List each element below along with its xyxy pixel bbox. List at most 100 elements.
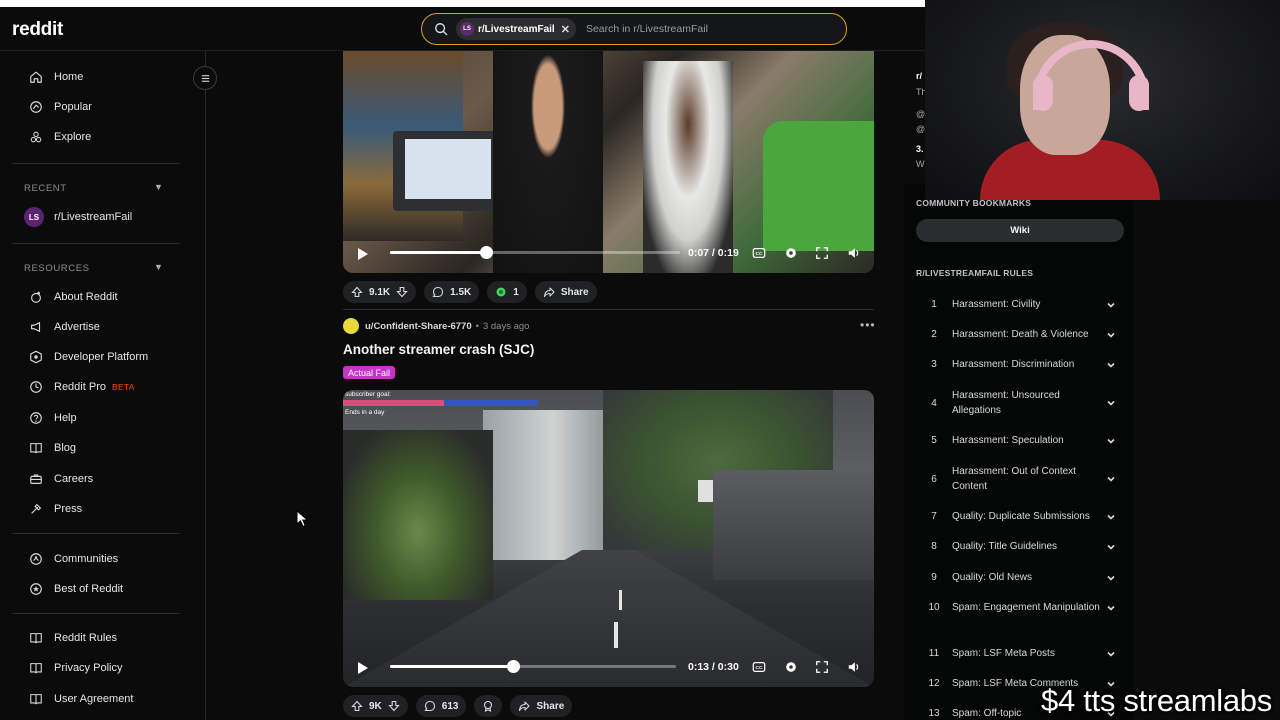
headset-ear-right bbox=[1129, 75, 1149, 111]
chevron-down-icon[interactable] bbox=[1104, 330, 1118, 340]
post2-seek-bar[interactable] bbox=[390, 660, 676, 673]
play-icon[interactable] bbox=[357, 247, 369, 261]
chevron-down-icon[interactable] bbox=[1104, 474, 1118, 484]
upvote-icon[interactable] bbox=[351, 286, 363, 298]
sidebar-item-explore[interactable]: Explore bbox=[28, 127, 91, 147]
rule-item[interactable]: 8 Quality: Title Guidelines bbox=[916, 539, 1128, 554]
sidebar-item-advertise[interactable]: Advertise bbox=[28, 317, 100, 337]
user-avatar[interactable] bbox=[343, 318, 359, 334]
chevron-down-icon[interactable] bbox=[1104, 649, 1118, 659]
community-search-chip[interactable]: LS r/LivestreamFail ✕ bbox=[456, 18, 576, 40]
sidebar-toggle-button[interactable] bbox=[193, 66, 217, 90]
sidebar-item-label: Best of Reddit bbox=[54, 583, 124, 595]
chevron-down-icon[interactable] bbox=[1104, 436, 1118, 446]
chevron-down-icon[interactable] bbox=[1104, 573, 1118, 583]
more-options-icon[interactable]: ••• bbox=[860, 318, 876, 332]
rule-title: Harassment: Death & Violence bbox=[952, 329, 1089, 340]
recent-section-label[interactable]: RECENT bbox=[24, 183, 67, 194]
comments-button[interactable]: 613 bbox=[415, 695, 467, 717]
upvote-icon[interactable] bbox=[351, 700, 363, 712]
comment-icon bbox=[424, 700, 435, 712]
mouse-cursor-icon bbox=[296, 510, 309, 528]
chevron-down-icon[interactable] bbox=[1104, 360, 1118, 370]
rule-item[interactable]: 9 Quality: Old News bbox=[916, 570, 1128, 585]
resources-section-label[interactable]: RESOURCES bbox=[24, 263, 90, 274]
rule-item[interactable]: 1 Harassment: Civility bbox=[916, 297, 1128, 312]
post2-time: 0:13 / 0:30 bbox=[688, 661, 739, 673]
downvote-icon[interactable] bbox=[388, 700, 400, 712]
search-bar[interactable]: LS r/LivestreamFail ✕ Search in r/Livest… bbox=[421, 13, 847, 45]
blog-icon bbox=[28, 440, 44, 456]
captions-icon[interactable]: CC bbox=[751, 245, 767, 261]
sidebar-item-reddit-pro[interactable]: Reddit Pro BETA bbox=[28, 377, 135, 397]
share-label: Share bbox=[560, 286, 589, 298]
search-input[interactable]: Search in r/LivestreamFail bbox=[586, 23, 708, 35]
rule-item[interactable]: 3 Harassment: Discrimination bbox=[916, 357, 1128, 372]
volume-icon[interactable] bbox=[846, 245, 862, 261]
rule-number: 10 bbox=[928, 602, 940, 613]
rule-title: Harassment: Discrimination bbox=[952, 359, 1075, 370]
fullscreen-icon[interactable] bbox=[814, 659, 830, 675]
goal-ends: Ends in a day bbox=[345, 409, 385, 416]
popular-icon bbox=[28, 99, 44, 115]
comments-button[interactable]: 1.5K bbox=[424, 281, 480, 303]
rule-item[interactable]: 6 Harassment: Out of Context Content bbox=[916, 464, 1128, 494]
sidebar-item-press[interactable]: Press bbox=[28, 499, 82, 519]
seek-handle[interactable] bbox=[506, 660, 520, 673]
left-sidebar: Home Popular Explore RECENT ▼ LS r/Lives… bbox=[0, 51, 217, 720]
rule-item[interactable]: 7 Quality: Duplicate Submissions bbox=[916, 509, 1128, 524]
sidebar-item-careers[interactable]: Careers bbox=[28, 469, 93, 489]
rule-item[interactable]: 2 Harassment: Death & Violence bbox=[916, 327, 1128, 342]
sidebar-item-blog[interactable]: Blog bbox=[28, 438, 76, 458]
chevron-down-icon[interactable] bbox=[1104, 300, 1118, 310]
sidebar-item-best-of-reddit[interactable]: Best of Reddit bbox=[28, 579, 123, 599]
fullscreen-icon[interactable] bbox=[814, 245, 830, 261]
settings-gear-icon[interactable] bbox=[783, 659, 799, 675]
chevron-down-icon[interactable] bbox=[1104, 512, 1118, 522]
sidebar-item-livestreamfail[interactable]: LS r/LivestreamFail bbox=[24, 207, 132, 227]
chevron-down-icon[interactable] bbox=[1104, 542, 1118, 552]
share-button[interactable]: Share bbox=[534, 281, 597, 303]
rule-title: Harassment: Out of Context Content bbox=[952, 466, 1076, 492]
sidebar-item-developer[interactable]: Developer Platform bbox=[28, 347, 148, 367]
wiki-button[interactable]: Wiki bbox=[916, 219, 1124, 242]
sidebar-item-about[interactable]: About Reddit bbox=[28, 287, 118, 307]
share-button[interactable]: Share bbox=[510, 695, 573, 717]
downvote-icon[interactable] bbox=[396, 286, 408, 298]
megaphone-icon bbox=[28, 319, 44, 335]
sidebar-item-user-agreement[interactable]: User Agreement bbox=[28, 689, 133, 709]
sidebar-item-popular[interactable]: Popular bbox=[28, 97, 92, 117]
volume-icon[interactable] bbox=[846, 659, 862, 675]
play-icon[interactable] bbox=[357, 661, 369, 675]
sidebar-item-home[interactable]: Home bbox=[28, 67, 83, 87]
chevron-down-icon[interactable] bbox=[1104, 603, 1118, 613]
sidebar-item-help[interactable]: Help bbox=[28, 408, 77, 428]
sidebar-item-privacy-policy[interactable]: Privacy Policy bbox=[28, 658, 122, 678]
rule-item[interactable]: 11 Spam: LSF Meta Posts bbox=[916, 646, 1128, 661]
captions-icon[interactable]: CC bbox=[751, 659, 767, 675]
chevron-down-icon[interactable]: ▼ bbox=[154, 262, 163, 272]
rule-item[interactable]: 4 Harassment: Unsourced Allegations bbox=[916, 388, 1128, 418]
settings-gear-icon[interactable] bbox=[783, 245, 799, 261]
lane-marker bbox=[614, 622, 618, 648]
share-label: Share bbox=[536, 700, 565, 712]
award-button[interactable] bbox=[474, 695, 503, 717]
post2-username[interactable]: u/Confident-Share-6770 bbox=[365, 321, 472, 332]
post2-flair[interactable]: Actual Fail bbox=[343, 366, 396, 379]
rule-item[interactable]: 5 Harassment: Speculation bbox=[916, 433, 1128, 448]
goal-bar bbox=[343, 400, 538, 406]
award-button[interactable]: 1 bbox=[487, 281, 527, 303]
rule-item[interactable]: 10 Spam: Engagement Manipulation bbox=[916, 600, 1128, 615]
chevron-down-icon[interactable] bbox=[1104, 398, 1118, 408]
post1-seek-bar[interactable] bbox=[390, 246, 680, 259]
seek-handle[interactable] bbox=[479, 246, 493, 259]
reddit-logo[interactable]: reddit bbox=[12, 19, 63, 41]
post1-video-player[interactable]: 0:07 / 0:19 CC bbox=[343, 51, 874, 273]
post2-video-player[interactable]: subscriber goal: Ends in a day 0:13 / 0:… bbox=[343, 390, 874, 687]
post2-title[interactable]: Another streamer crash (SJC) bbox=[343, 342, 534, 357]
remove-chip-icon[interactable]: ✕ bbox=[561, 23, 570, 36]
seek-progress bbox=[390, 251, 486, 254]
sidebar-item-reddit-rules[interactable]: Reddit Rules bbox=[28, 628, 117, 648]
sidebar-item-communities[interactable]: Communities bbox=[28, 549, 118, 569]
chevron-down-icon[interactable]: ▼ bbox=[154, 182, 163, 192]
